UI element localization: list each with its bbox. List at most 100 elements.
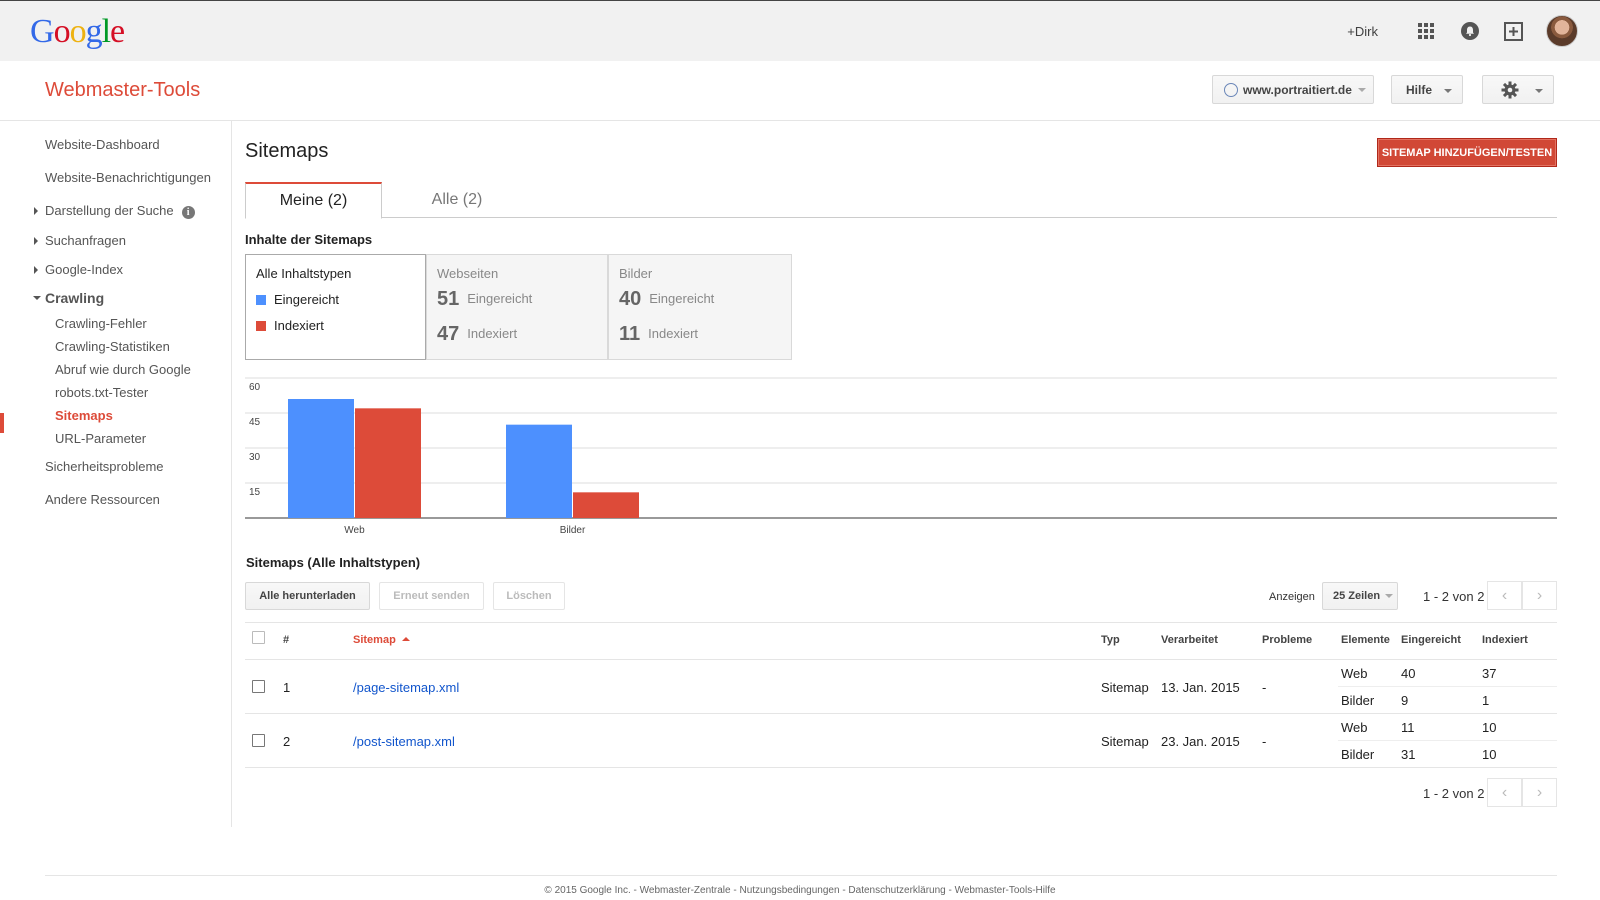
tab-bar: Meine (2) Alle (2) [245, 182, 1557, 219]
tab-all[interactable]: Alle (2) [382, 182, 532, 218]
summary-card-images[interactable]: Bilder 40 Eingereicht 11 Indexiert [608, 254, 792, 360]
card-submitted: 40 Eingereicht [619, 288, 714, 311]
content-type-legend[interactable]: Alle Inhaltstypen Eingereicht Indexiert [245, 254, 426, 360]
resubmit-button[interactable]: Erneut senden [379, 582, 484, 610]
row-processed: 23. Jan. 2015 [1161, 734, 1240, 749]
next-page-button[interactable]: › [1522, 778, 1557, 807]
detail-item: Web [1341, 720, 1368, 735]
col-issues[interactable]: Probleme [1262, 634, 1312, 646]
col-processed[interactable]: Verarbeitet [1161, 634, 1218, 646]
page-count-bottom: 1 - 2 von 2 [1423, 786, 1485, 801]
legend-submitted: Eingereicht [256, 292, 339, 307]
sidebar-item-security-issues[interactable]: Sicherheitsprobleme [45, 459, 164, 474]
product-title[interactable]: Webmaster-Tools [45, 79, 200, 102]
submitted-count: 51 [437, 288, 460, 310]
card-indexed: 47 Indexiert [437, 323, 517, 346]
row-type: Sitemap [1101, 734, 1149, 749]
row-checkbox[interactable] [252, 680, 265, 693]
plus-user-link[interactable]: +Dirk [1347, 24, 1378, 39]
chevron-down-icon [1357, 87, 1366, 92]
detail-submitted: 31 [1401, 747, 1416, 762]
sidebar-item-crawl-errors[interactable]: Crawling-Fehler [55, 316, 147, 331]
footer-links[interactable]: © 2015 Google Inc. - Webmaster-Zentrale … [0, 885, 1600, 896]
x-tick-label: Web [344, 525, 365, 536]
sidebar-item-robots-tester[interactable]: robots.txt-Tester [55, 385, 148, 400]
detail-divider [1338, 686, 1557, 687]
y-tick-label: 15 [249, 487, 261, 498]
help-label: Hilfe [1406, 82, 1433, 97]
legend-submitted-label: Eingereicht [274, 292, 340, 307]
apps-grid-icon[interactable] [1404, 14, 1448, 48]
col-sitemap-sort[interactable]: Sitemap [353, 634, 410, 646]
detail-indexed: 37 [1482, 666, 1497, 681]
legend-indexed-label: Indexiert [274, 318, 324, 333]
chevron-right-icon: › [1536, 586, 1543, 604]
globe-icon [1224, 82, 1238, 97]
info-icon[interactable]: i [181, 206, 195, 219]
site-selector[interactable]: www.portraitiert.de [1212, 75, 1374, 104]
page-title: Sitemaps [245, 140, 329, 162]
submitted-count: 40 [619, 288, 642, 310]
row-issues: - [1262, 680, 1267, 695]
rows-per-page-select[interactable]: 25 Zeilen [1322, 582, 1398, 610]
chevron-left-icon: ‹ [1501, 783, 1508, 801]
google-bar: Google +Dirk [0, 0, 1600, 61]
sidebar-item-url-parameters[interactable]: URL-Parameter [55, 431, 146, 446]
chevron-down-icon [1535, 89, 1543, 93]
sidebar-item-sitemaps[interactable]: Sitemaps [55, 408, 113, 423]
col-type[interactable]: Typ [1101, 634, 1120, 646]
chevron-right-icon: › [1536, 783, 1543, 801]
next-page-button[interactable]: › [1522, 581, 1557, 610]
sidebar-item-crawling[interactable]: Crawling [32, 290, 104, 306]
bar-indexiert-web [355, 408, 421, 518]
row-num: 1 [283, 680, 291, 695]
select-all-checkbox[interactable] [252, 631, 265, 644]
sidebar-item-search-traffic[interactable]: Suchanfragen [34, 233, 126, 248]
chevron-left-icon: ‹ [1501, 586, 1508, 604]
indexed-label: Indexiert [467, 326, 518, 341]
detail-item: Bilder [1341, 747, 1375, 762]
sidebar-item-notifications[interactable]: Website-Benachrichtigungen [45, 170, 211, 185]
prev-page-button[interactable]: ‹ [1487, 581, 1522, 610]
share-plus-icon[interactable] [1492, 14, 1536, 48]
card-submitted: 51 Eingereicht [437, 288, 532, 311]
row-num: 2 [283, 734, 291, 749]
settings-button[interactable] [1482, 75, 1554, 104]
sidebar-item-dashboard[interactable]: Website-Dashboard [45, 137, 160, 152]
sidebar-item-search-appearance[interactable]: Darstellung der Suche i [34, 203, 195, 219]
logo-letter: o [53, 13, 71, 50]
logo-letter: G [30, 13, 55, 50]
sidebar-item-other-resources[interactable]: Andere Ressourcen [45, 492, 160, 507]
download-all-button[interactable]: Alle herunterladen [245, 582, 370, 610]
notifications-bell-icon[interactable] [1448, 14, 1492, 48]
table-header-border [245, 659, 1557, 660]
legend-indexed: Indexiert [256, 318, 324, 333]
delete-button[interactable]: Löschen [493, 582, 565, 610]
sitemap-link[interactable]: /post-sitemap.xml [353, 734, 455, 749]
detail-submitted: 9 [1401, 693, 1409, 708]
tab-mine[interactable]: Meine (2) [245, 182, 382, 219]
bar-indexiert-bilder [573, 492, 639, 518]
sidebar-item-fetch-as-google[interactable]: Abruf wie durch Google [55, 362, 191, 377]
sitemap-link[interactable]: /page-sitemap.xml [353, 680, 459, 695]
indexed-count: 47 [437, 323, 460, 345]
footer-divider [45, 875, 1557, 876]
sidebar-item-crawl-stats[interactable]: Crawling-Statistiken [55, 339, 170, 354]
sidebar-item-google-index[interactable]: Google-Index [33, 262, 123, 277]
active-indicator [0, 413, 4, 433]
google-logo[interactable]: Google [30, 13, 125, 51]
detail-item: Bilder [1341, 693, 1375, 708]
row-checkbox[interactable] [252, 734, 265, 747]
table-section-title: Sitemaps (Alle Inhaltstypen) [246, 555, 421, 570]
avatar[interactable] [1546, 15, 1578, 47]
summary-card-webpages[interactable]: Webseiten 51 Eingereicht 47 Indexiert [426, 254, 608, 360]
legend-title: Alle Inhaltstypen [256, 266, 352, 281]
card-title: Bilder [619, 266, 653, 281]
site-selector-label: www.portraitiert.de [1243, 82, 1352, 97]
add-test-sitemap-button[interactable]: SITEMAP HINZUFÜGEN/TESTEN [1377, 138, 1557, 167]
table-top-border [245, 622, 1557, 623]
help-button[interactable]: Hilfe [1391, 75, 1463, 104]
logo-letter: e [110, 13, 125, 50]
prev-page-button[interactable]: ‹ [1487, 778, 1522, 807]
row-issues: - [1262, 734, 1267, 749]
